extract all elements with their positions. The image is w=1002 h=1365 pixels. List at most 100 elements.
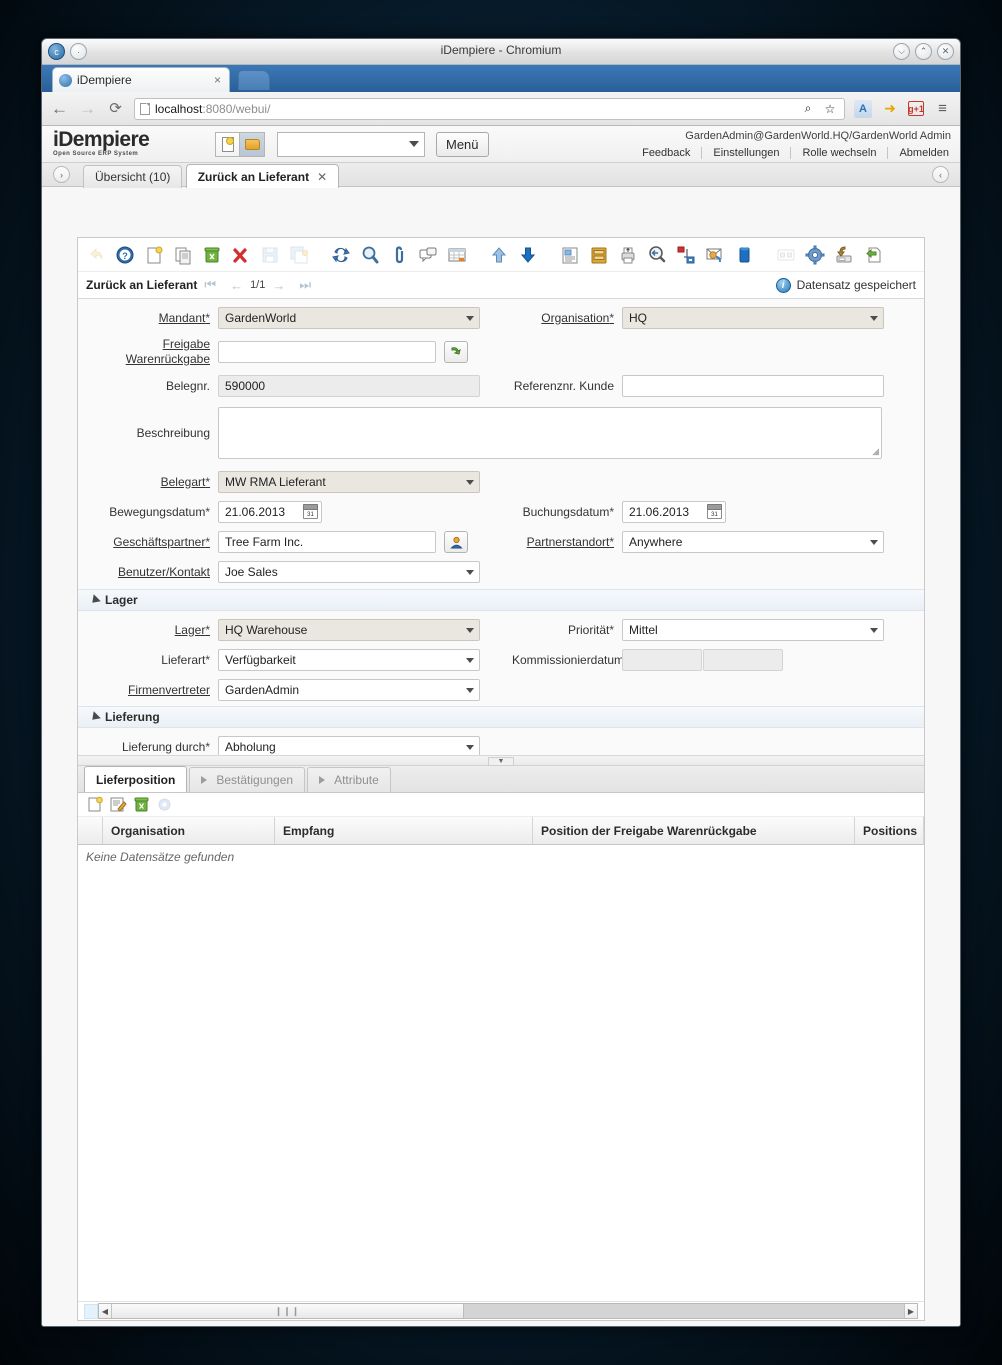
undo-icon[interactable]	[83, 242, 109, 268]
copy-record-icon[interactable]	[170, 242, 196, 268]
active-workflow-icon[interactable]	[673, 242, 699, 268]
field-prioritaet[interactable]: Mittel	[622, 619, 884, 641]
field-bewegungsdatum[interactable]: 21.06.2013 31	[218, 501, 322, 523]
freigabe-lookup-button[interactable]	[444, 341, 468, 363]
product-info-icon[interactable]	[731, 242, 757, 268]
tab-bestaetigungen[interactable]: Bestätigungen	[189, 767, 306, 792]
field-belegnr[interactable]: 590000	[218, 375, 480, 397]
prioritaet-select[interactable]: Mittel	[622, 619, 884, 641]
panel-splitter[interactable]: ▼	[78, 755, 924, 766]
print-icon[interactable]	[615, 242, 641, 268]
lieferart-select[interactable]: Verfügbarkeit	[218, 649, 480, 671]
scroll-thumb[interactable]: ❙❙❙	[112, 1304, 464, 1318]
field-firmenvertreter[interactable]: GardenAdmin	[218, 679, 480, 701]
window-tab-zurueck-an-lieferant[interactable]: Zurück an Lieferant ✕	[185, 164, 340, 188]
scroll-track[interactable]: ◀ ❙❙❙ ▶	[98, 1303, 918, 1319]
section-header-lager[interactable]: Lager	[78, 589, 924, 611]
zoom-icon[interactable]: ⌕	[799, 100, 817, 118]
firmenvertreter-select[interactable]: GardenAdmin	[218, 679, 480, 701]
field-lieferung-durch[interactable]: Abholung	[218, 736, 480, 755]
link-feedback[interactable]: Feedback	[631, 147, 703, 159]
link-abmelden[interactable]: Abmelden	[888, 147, 951, 159]
find-icon[interactable]	[357, 242, 383, 268]
splitter-handle-icon[interactable]: ▼	[488, 757, 514, 766]
delete-selection-icon[interactable]	[228, 242, 254, 268]
column-header-organisation[interactable]: Organisation	[103, 817, 275, 844]
open-folder-icon[interactable]	[240, 132, 265, 157]
geschaeftspartner-input[interactable]: Tree Farm Inc.	[218, 531, 436, 553]
mandant-select[interactable]: GardenWorld	[218, 307, 480, 329]
exit-icon[interactable]	[773, 242, 799, 268]
new-tab-button[interactable]	[238, 70, 270, 90]
partnerstandort-select[interactable]: Anywhere	[622, 531, 884, 553]
organisation-select[interactable]: HQ	[622, 307, 884, 329]
bookmark-star-icon[interactable]: ☆	[821, 100, 839, 118]
window-tab-close-icon[interactable]: ✕	[317, 170, 327, 184]
minimize-icon[interactable]: ⌵	[893, 43, 910, 60]
parent-record-icon[interactable]	[486, 242, 512, 268]
tab-close-icon[interactable]: ×	[212, 73, 223, 87]
field-beschreibung[interactable]: ◢	[218, 407, 884, 459]
belegnr-input[interactable]: 590000	[218, 375, 480, 397]
field-benutzer[interactable]: Joe Sales	[218, 561, 480, 583]
grid-toggle-icon[interactable]	[444, 242, 470, 268]
tab-attribute[interactable]: Attribute	[307, 767, 391, 792]
translate-icon[interactable]: A	[854, 99, 872, 118]
process-icon[interactable]	[155, 795, 174, 814]
column-header-position-freigabe[interactable]: Position der Freigabe Warenrückgabe	[533, 817, 855, 844]
calendar-icon[interactable]: 31	[303, 504, 318, 519]
browser-tab[interactable]: iDempiere ×	[52, 67, 230, 92]
belegart-select[interactable]: MW RMA Lieferant	[218, 471, 480, 493]
field-mandant[interactable]: GardenWorld	[218, 307, 480, 329]
scroll-left-icon[interactable]: ◀	[99, 1304, 112, 1318]
field-freigabe[interactable]	[218, 341, 468, 363]
zoom-across-icon[interactable]	[644, 242, 670, 268]
last-record-icon[interactable]: ⏭	[299, 277, 311, 293]
field-belegart[interactable]: MW RMA Lieferant	[218, 471, 480, 493]
beschreibung-textarea[interactable]: ◢	[218, 407, 882, 459]
right-panel-toggle-icon[interactable]: ‹	[932, 166, 949, 183]
field-lager[interactable]: HQ Warehouse	[218, 619, 480, 641]
field-kommissionierdatum[interactable]	[622, 649, 884, 671]
preference-icon[interactable]	[802, 242, 828, 268]
chat-icon[interactable]	[415, 242, 441, 268]
resize-grip-icon[interactable]: ◢	[872, 446, 879, 457]
save-icon[interactable]	[257, 242, 283, 268]
delete-record-icon[interactable]	[199, 242, 225, 268]
new-record-icon[interactable]	[141, 242, 167, 268]
refresh-icon[interactable]	[328, 242, 354, 268]
kommissionierdatum-input-2[interactable]	[703, 649, 783, 671]
edit-record-icon[interactable]	[109, 795, 128, 814]
lager-select[interactable]: HQ Warehouse	[218, 619, 480, 641]
request-icon[interactable]	[702, 242, 728, 268]
export-icon[interactable]	[831, 242, 857, 268]
delete-record-icon[interactable]	[132, 795, 151, 814]
detail-record-icon[interactable]	[515, 242, 541, 268]
field-referenznr[interactable]	[622, 375, 884, 397]
page-info-icon[interactable]	[140, 102, 150, 115]
browser-menu-icon[interactable]: ≡	[933, 101, 952, 116]
maximize-icon[interactable]: ⌃	[915, 43, 932, 60]
report-icon[interactable]	[557, 242, 583, 268]
header-search-input[interactable]	[277, 132, 425, 157]
scroll-right-icon[interactable]: ▶	[904, 1304, 917, 1318]
forward-icon[interactable]: →	[78, 100, 97, 117]
help-icon[interactable]: ?	[112, 242, 138, 268]
field-lieferart[interactable]: Verfügbarkeit	[218, 649, 480, 671]
field-buchungsdatum[interactable]: 21.06.2013 31	[622, 501, 726, 523]
address-bar[interactable]: localhost:8080/webui/ ⌕ ☆	[134, 97, 845, 120]
close-icon[interactable]: ✕	[937, 43, 954, 60]
attachment-icon[interactable]	[386, 242, 412, 268]
new-record-icon[interactable]	[86, 795, 105, 814]
field-partnerstandort[interactable]: Anywhere	[622, 531, 884, 553]
column-header-empfang[interactable]: Empfang	[275, 817, 533, 844]
detail-hscrollbar[interactable]: ◀ ❙❙❙ ▶	[78, 1301, 924, 1320]
field-organisation[interactable]: HQ	[622, 307, 884, 329]
link-einstellungen[interactable]: Einstellungen	[702, 147, 792, 159]
window-tab-uebersicht[interactable]: Übersicht (10)	[83, 165, 183, 188]
left-panel-toggle-icon[interactable]: ›	[53, 166, 70, 183]
kommissionierdatum-input-1[interactable]	[622, 649, 702, 671]
referenznr-input[interactable]	[622, 375, 884, 397]
section-header-lieferung[interactable]: Lieferung	[78, 706, 924, 728]
column-header-positions[interactable]: Positions	[855, 817, 924, 844]
